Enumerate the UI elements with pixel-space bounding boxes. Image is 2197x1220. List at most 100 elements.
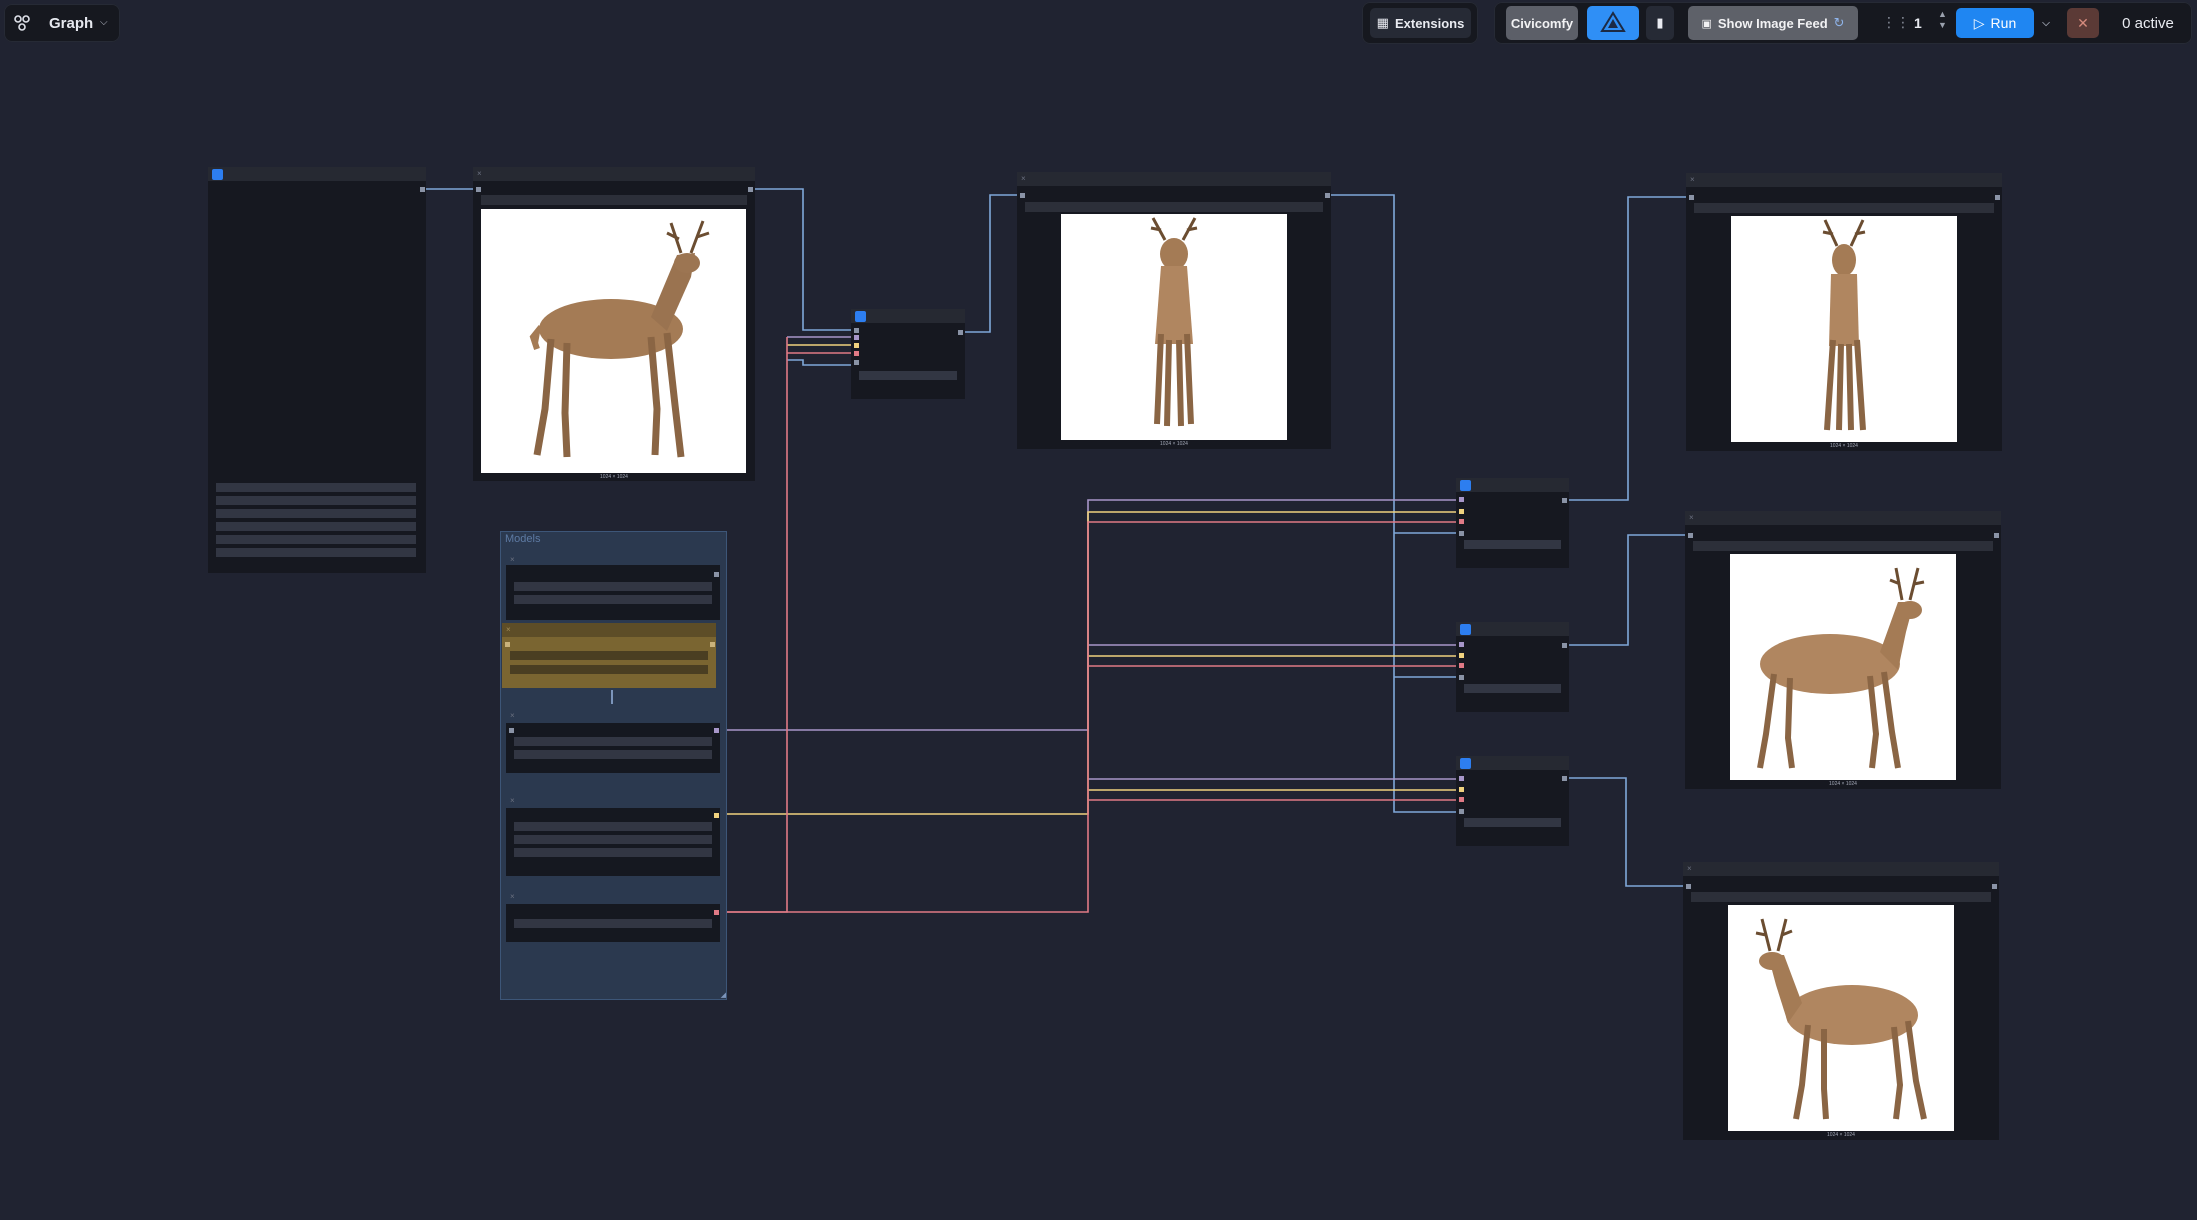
- clip-loader-node[interactable]: ×: [506, 709, 720, 773]
- output-pin[interactable]: [714, 813, 719, 818]
- sampler-node-2[interactable]: [1456, 478, 1569, 568]
- output-pin[interactable]: [1562, 643, 1567, 648]
- node-status-dot[interactable]: [855, 311, 866, 322]
- node-status-dot[interactable]: [1460, 624, 1471, 635]
- bypassed-node-header[interactable]: ×: [502, 623, 716, 637]
- preview-image-node-4[interactable]: × 1024 × 1024: [1685, 511, 2001, 789]
- widget-bar[interactable]: [510, 665, 708, 674]
- widget-bar[interactable]: [216, 548, 416, 557]
- input-pin[interactable]: [1459, 531, 1464, 536]
- node-header[interactable]: [506, 553, 720, 565]
- collapse-icon[interactable]: ×: [510, 797, 515, 805]
- input-pin[interactable]: [854, 351, 859, 356]
- output-pin[interactable]: [710, 642, 715, 647]
- node-status-dot[interactable]: [212, 169, 223, 180]
- collapse-icon[interactable]: ×: [506, 626, 511, 634]
- text-input-node[interactable]: [208, 167, 426, 573]
- input-pin[interactable]: [1688, 533, 1693, 538]
- input-pin[interactable]: [1459, 509, 1464, 514]
- input-pin[interactable]: [1459, 787, 1464, 792]
- widget-bar[interactable]: [1464, 818, 1561, 827]
- widget-bar[interactable]: [216, 483, 416, 492]
- widget-bar[interactable]: [1025, 202, 1323, 212]
- widget-bar[interactable]: [1464, 684, 1561, 693]
- widget-bar[interactable]: [1693, 541, 1993, 551]
- widget-bar[interactable]: [1694, 203, 1994, 213]
- widget-bar[interactable]: [510, 651, 708, 660]
- sampler-node-3[interactable]: [1456, 622, 1569, 712]
- load-image-node[interactable]: × 1024 × 1024: [473, 167, 755, 481]
- node-header[interactable]: [506, 890, 720, 904]
- input-pin[interactable]: [1459, 653, 1464, 658]
- widget-bar[interactable]: [481, 195, 747, 205]
- output-pin[interactable]: [1995, 195, 2000, 200]
- input-pin[interactable]: [1459, 497, 1464, 502]
- vae-loader-node[interactable]: ×: [506, 794, 720, 876]
- collapse-icon[interactable]: ×: [1689, 514, 1694, 522]
- output-pin[interactable]: [714, 728, 719, 733]
- node-header[interactable]: [1685, 511, 2001, 525]
- node-status-dot[interactable]: [1460, 480, 1471, 491]
- node-status-dot[interactable]: [1460, 758, 1471, 769]
- output-pin[interactable]: [714, 910, 719, 915]
- output-pin[interactable]: [1562, 498, 1567, 503]
- node-header[interactable]: [506, 709, 720, 723]
- widget-bar[interactable]: [514, 822, 712, 831]
- input-pin[interactable]: [1686, 884, 1691, 889]
- preview-image-node-2[interactable]: × 1024 × 1024: [1017, 172, 1331, 449]
- collapse-icon[interactable]: ×: [1021, 175, 1026, 183]
- widget-bar[interactable]: [1691, 892, 1991, 902]
- preview-image-node-3[interactable]: × 1024 × 1024: [1686, 173, 2002, 451]
- node-header[interactable]: [1686, 173, 2002, 187]
- input-pin[interactable]: [1459, 675, 1464, 680]
- output-pin[interactable]: [714, 572, 719, 577]
- input-pin[interactable]: [505, 642, 510, 647]
- input-pin[interactable]: [854, 335, 859, 340]
- widget-bar[interactable]: [216, 522, 416, 531]
- output-pin[interactable]: [420, 187, 425, 192]
- widget-bar[interactable]: [216, 509, 416, 518]
- node-header[interactable]: [1456, 622, 1569, 636]
- input-pin[interactable]: [854, 360, 859, 365]
- input-pin[interactable]: [1459, 776, 1464, 781]
- input-pin[interactable]: [1459, 519, 1464, 524]
- input-pin[interactable]: [1459, 663, 1464, 668]
- input-pin[interactable]: [854, 343, 859, 348]
- output-pin[interactable]: [1562, 776, 1567, 781]
- collapse-icon[interactable]: ×: [510, 712, 515, 720]
- collapse-icon[interactable]: ×: [1687, 865, 1692, 873]
- preview-image-node-5[interactable]: × 1024 × 1024: [1683, 862, 1999, 1140]
- widget-bar[interactable]: [514, 750, 712, 759]
- widget-bar[interactable]: [514, 835, 712, 844]
- widget-bar[interactable]: [514, 848, 712, 857]
- input-pin[interactable]: [1459, 642, 1464, 647]
- node-header[interactable]: [506, 794, 720, 808]
- node-header[interactable]: [473, 167, 755, 181]
- output-pin[interactable]: [1994, 533, 1999, 538]
- output-pin[interactable]: [958, 330, 963, 335]
- widget-bar[interactable]: [216, 535, 416, 544]
- output-pin[interactable]: [1992, 884, 1997, 889]
- bypassed-node[interactable]: [502, 637, 716, 688]
- node-header[interactable]: [1456, 478, 1569, 492]
- widget-bar[interactable]: [514, 582, 712, 591]
- model-loader-node[interactable]: ×: [506, 553, 720, 620]
- node-header[interactable]: [851, 309, 965, 323]
- widget-bar[interactable]: [1464, 540, 1561, 549]
- input-pin[interactable]: [1020, 193, 1025, 198]
- resize-handle-icon[interactable]: ◢: [721, 991, 726, 999]
- node-header[interactable]: [208, 167, 426, 181]
- node-header[interactable]: [1456, 756, 1569, 770]
- widget-bar[interactable]: [514, 737, 712, 746]
- collapse-icon[interactable]: ×: [510, 556, 515, 564]
- widget-bar[interactable]: [514, 919, 712, 928]
- sampler-node-1[interactable]: [851, 309, 965, 399]
- output-pin[interactable]: [748, 187, 753, 192]
- widget-bar[interactable]: [216, 496, 416, 505]
- input-pin[interactable]: [854, 328, 859, 333]
- input-pin[interactable]: [1459, 797, 1464, 802]
- checkpoint-loader-node[interactable]: ×: [506, 890, 720, 942]
- collapse-icon[interactable]: ×: [477, 170, 482, 178]
- input-pin[interactable]: [1689, 195, 1694, 200]
- sampler-node-4[interactable]: [1456, 756, 1569, 846]
